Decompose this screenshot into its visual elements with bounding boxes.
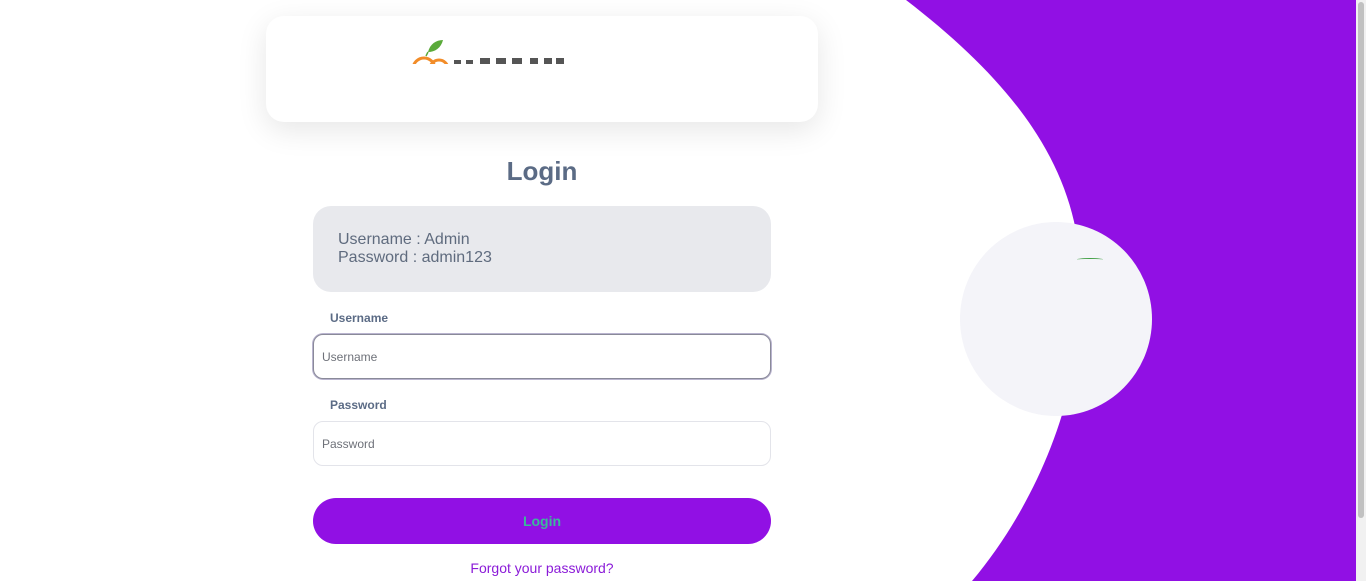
hint-username: Username : Admin — [338, 231, 470, 248]
forgot-password-link[interactable]: Forgot your password? — [0, 560, 1084, 576]
page-title: Login — [506, 156, 578, 186]
leaf-icon — [1077, 258, 1103, 261]
logo-card — [266, 16, 818, 122]
login-page: Login Username : Admin Password : admin1… — [0, 0, 1366, 581]
username-label: Username — [330, 311, 389, 325]
scrollbar[interactable] — [1356, 0, 1366, 581]
credentials-hint-box: Username : Admin Password : admin123 — [313, 206, 771, 292]
password-label: Password — [330, 398, 387, 412]
orange-logo-icon — [406, 36, 606, 64]
decorative-circle — [960, 222, 1152, 416]
hint-password: Password : admin123 — [338, 249, 492, 266]
login-button[interactable]: Login — [313, 498, 771, 544]
password-input[interactable] — [313, 421, 771, 466]
scrollbar-thumb[interactable] — [1358, 2, 1364, 518]
username-input[interactable] — [313, 334, 771, 379]
